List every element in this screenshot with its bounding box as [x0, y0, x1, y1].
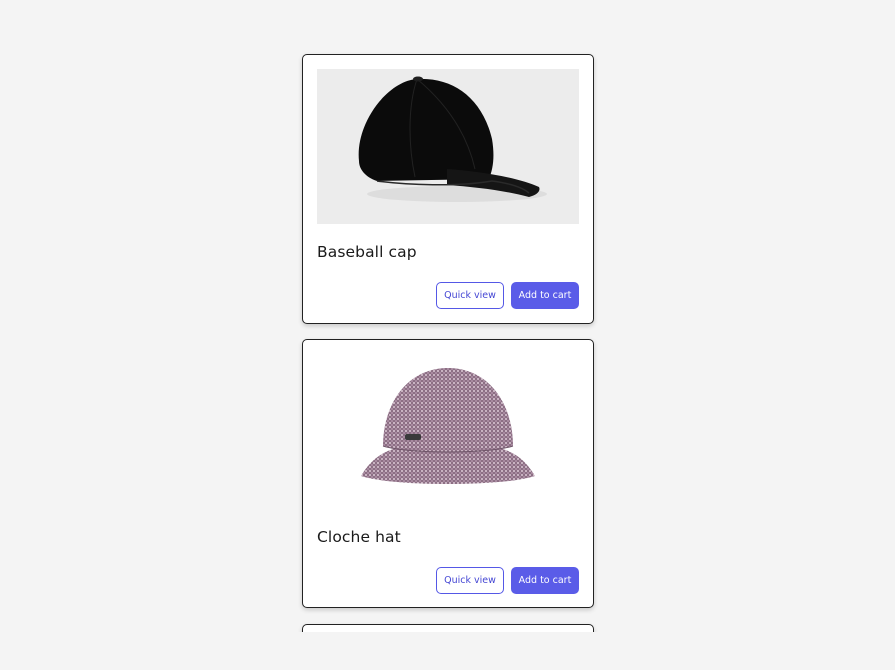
baseball-cap-image — [317, 69, 579, 224]
quick-view-button[interactable]: Quick view — [436, 282, 504, 309]
product-image[interactable] — [317, 354, 579, 509]
cloche-hat-image — [317, 354, 579, 509]
product-card-baseball-cap: Baseball cap Quick view Add to cart — [302, 54, 594, 324]
product-card-partial — [302, 624, 594, 632]
product-image[interactable] — [317, 69, 579, 224]
product-list: Baseball cap Quick view Add to cart Cloc… — [0, 0, 895, 632]
product-title[interactable]: Baseball cap — [317, 243, 417, 261]
add-to-cart-button[interactable]: Add to cart — [511, 282, 579, 309]
quick-view-button[interactable]: Quick view — [436, 567, 504, 594]
product-card-cloche-hat: Cloche hat Quick view Add to cart — [302, 339, 594, 608]
product-title[interactable]: Cloche hat — [317, 528, 401, 546]
add-to-cart-button[interactable]: Add to cart — [511, 567, 579, 594]
